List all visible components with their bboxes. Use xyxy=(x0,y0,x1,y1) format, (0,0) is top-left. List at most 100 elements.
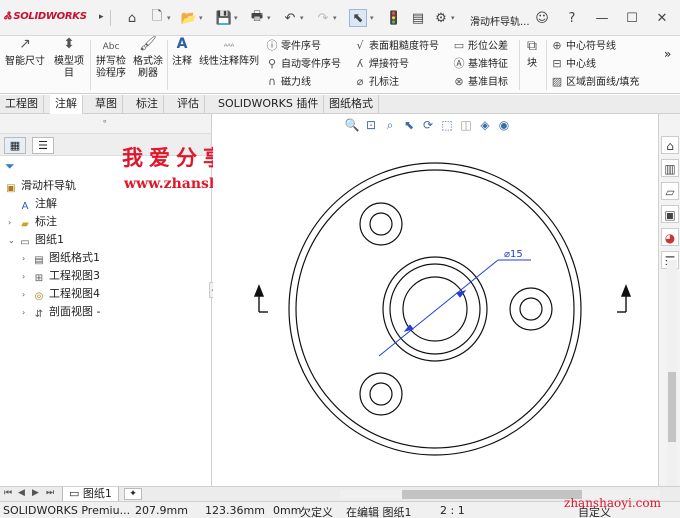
tree-item-markup[interactable]: › ▰ 标注 xyxy=(8,214,57,230)
datum-feature-button[interactable]: Ⓐ 基准特征 xyxy=(452,56,509,72)
appearances-icon[interactable]: ◕ xyxy=(661,228,679,246)
geometric-tolerance-button[interactable]: ▭ 形位公差 xyxy=(452,38,508,54)
last-sheet-icon[interactable]: ⏭ xyxy=(46,488,54,498)
tree-root[interactable]: ▣ 滑动杆导轨 xyxy=(4,178,76,194)
panel-header: ∘ xyxy=(0,114,211,134)
more-commands-icon[interactable]: » xyxy=(664,46,671,62)
section-arrow-right[interactable] xyxy=(617,284,632,313)
chevron-down-icon[interactable]: ▾ xyxy=(234,14,238,22)
feature-manager-tab-icon[interactable]: ▦ xyxy=(4,137,26,154)
help-icon[interactable]: ? xyxy=(563,9,581,27)
dimension-text[interactable]: ⌀15 xyxy=(504,249,523,260)
magnetic-line-button[interactable]: ∩ 磁力线 xyxy=(265,74,311,90)
save-icon[interactable]: 💾 xyxy=(215,9,233,27)
note-button[interactable]: A 注释 xyxy=(169,37,195,68)
next-sheet-icon[interactable]: ▶ xyxy=(32,488,39,498)
sheet-tab[interactable]: ▭ 图纸1 xyxy=(62,487,119,502)
home-icon[interactable]: ⌂ xyxy=(661,136,679,154)
tab-evaluate[interactable]: 评估 xyxy=(172,95,205,114)
user-icon[interactable]: ☺ xyxy=(533,9,551,27)
chevron-down-icon[interactable]: ▾ xyxy=(267,14,271,22)
view-palette-icon[interactable]: ▣ xyxy=(661,205,679,223)
gear-icon[interactable]: ⚙ xyxy=(432,9,450,27)
horizontal-scroll-thumb[interactable] xyxy=(402,490,582,499)
rebuild-traffic-light-icon[interactable]: 🚦 xyxy=(385,9,403,27)
weld-symbol-button[interactable]: ʎ 焊接符号 xyxy=(353,56,409,72)
surface-finish-icon: √ xyxy=(356,39,364,52)
collapse-icon[interactable]: ⌄ xyxy=(8,233,18,249)
bolt-hole xyxy=(369,382,393,406)
home-icon[interactable]: ⌂ xyxy=(123,9,141,27)
grip-dot-icon[interactable]: ∘ xyxy=(102,117,108,127)
menu-expand-icon[interactable]: ▸ xyxy=(99,12,104,22)
expand-icon[interactable]: › xyxy=(8,215,18,231)
chevron-down-icon[interactable]: ▾ xyxy=(300,14,304,22)
spell-check-button[interactable]: Abc 拼写检 验程序 xyxy=(92,38,130,80)
vertical-scrollbar[interactable] xyxy=(667,260,677,486)
expand-icon[interactable]: › xyxy=(22,269,32,285)
datum-target-icon: ⊗ xyxy=(454,75,464,88)
model-items-button[interactable]: ⬍ 模型项 目 xyxy=(50,37,88,80)
graphics-area[interactable]: 🔍 ⊡ ⌕ ⬉ ⟳ ⬚ ◫ ◈ ◉ ⌀15 xyxy=(213,114,658,486)
tree-item-view4[interactable]: › ◎ 工程视图4 xyxy=(22,286,100,302)
vertical-scroll-thumb[interactable] xyxy=(668,372,676,442)
tab-sheet-format[interactable]: 图纸格式 xyxy=(324,95,379,114)
solidworks-logo[interactable]: Ꮬ SOLIDWORKS xyxy=(4,11,87,22)
expand-icon[interactable]: › xyxy=(22,287,32,303)
balloon-button[interactable]: ⓘ 零件序号 xyxy=(265,38,322,54)
surface-finish-button[interactable]: √ 表面粗糙度符号 xyxy=(353,38,439,54)
maximize-icon[interactable]: ☐ xyxy=(623,9,641,27)
chevron-down-icon[interactable]: ▾ xyxy=(370,14,374,22)
tree-item-sheet-format1[interactable]: › ▤ 图纸格式1 xyxy=(22,250,100,266)
centerline-button[interactable]: ⊟ 中心线 xyxy=(550,56,596,72)
linear-note-pattern-button[interactable]: ᴬᴬᴬ 线性注释阵列 xyxy=(197,38,261,68)
tree-item-sheet1[interactable]: ⌄ ▭ 图纸1 xyxy=(8,232,64,248)
expand-icon[interactable]: › xyxy=(22,251,32,267)
file-properties-icon[interactable]: ▤ xyxy=(409,9,427,27)
folder-icon[interactable]: ▱ xyxy=(661,182,679,200)
area-hatch-button[interactable]: ▨ 区域剖面线/填充 xyxy=(550,74,640,90)
chevron-down-icon[interactable]: ▾ xyxy=(333,14,337,22)
tree-item-section-view[interactable]: › ⇵ 剖面视图 - xyxy=(22,304,100,320)
auto-balloon-icon: ⚲ xyxy=(267,57,277,70)
property-manager-tab-icon[interactable]: ☰ xyxy=(32,137,54,154)
tab-addins[interactable]: SOLIDWORKS 插件 xyxy=(213,95,325,114)
expand-icon[interactable]: › xyxy=(22,305,32,321)
section-arrow-left[interactable] xyxy=(253,284,268,313)
block-button[interactable]: ⧉ 块 xyxy=(522,39,542,70)
document-title: 滑动杆导轨... xyxy=(470,17,530,28)
new-document-icon[interactable]: 🗋 xyxy=(148,9,166,27)
center-mark-button[interactable]: ⊕ 中心符号线 xyxy=(550,38,616,54)
sheet-tab-icon: ▭ xyxy=(69,487,83,500)
chevron-down-icon[interactable]: ▾ xyxy=(451,14,455,22)
status-scale[interactable]: 2 : 1 xyxy=(440,504,465,517)
status-units[interactable]: 自定义 xyxy=(578,504,611,518)
datum-target-button[interactable]: ⊗ 基准目标 xyxy=(452,74,508,90)
open-folder-icon[interactable]: 📂 xyxy=(180,9,198,27)
hole-callout-button[interactable]: ⌀ 孔标注 xyxy=(353,74,399,90)
undo-icon[interactable]: ↶ xyxy=(281,9,299,27)
smart-dimension-button[interactable]: ↗ 智能尺寸 xyxy=(4,37,46,68)
prev-sheet-icon[interactable]: ◀ xyxy=(18,488,25,498)
tab-annotation[interactable]: 注解 xyxy=(50,95,83,114)
redo-icon[interactable]: ↷ xyxy=(314,9,332,27)
chevron-down-icon[interactable]: ▾ xyxy=(199,14,203,22)
first-sheet-icon[interactable]: ⏮ xyxy=(4,488,12,498)
tree-item-annotations[interactable]: A 注解 xyxy=(8,196,57,212)
format-painter-button[interactable]: 🖌 格式涂 刷器 xyxy=(130,37,166,80)
select-cursor-icon[interactable]: ⬉ xyxy=(349,9,367,27)
tab-markup[interactable]: 标注 xyxy=(131,95,164,114)
close-icon[interactable]: ✕ xyxy=(653,9,671,27)
print-icon[interactable]: 🖶 xyxy=(248,9,266,27)
chevron-down-icon[interactable]: ▾ xyxy=(167,14,171,22)
tab-sketch[interactable]: 草图 xyxy=(90,95,123,114)
auto-balloon-button[interactable]: ⚲ 自动零件序号 xyxy=(265,56,341,72)
diameter-dimension[interactable] xyxy=(378,259,531,357)
resources-icon[interactable]: ▥ xyxy=(661,159,679,177)
status-z: 0mm xyxy=(273,504,302,517)
tree-item-view3[interactable]: › ⊞ 工程视图3 xyxy=(22,268,100,284)
add-sheet-icon[interactable]: ✦ xyxy=(124,488,142,500)
tab-drawing[interactable]: 工程图 xyxy=(0,95,44,114)
filter-icon[interactable]: ⏷ xyxy=(5,159,15,174)
minimize-icon[interactable]: — xyxy=(593,9,611,27)
